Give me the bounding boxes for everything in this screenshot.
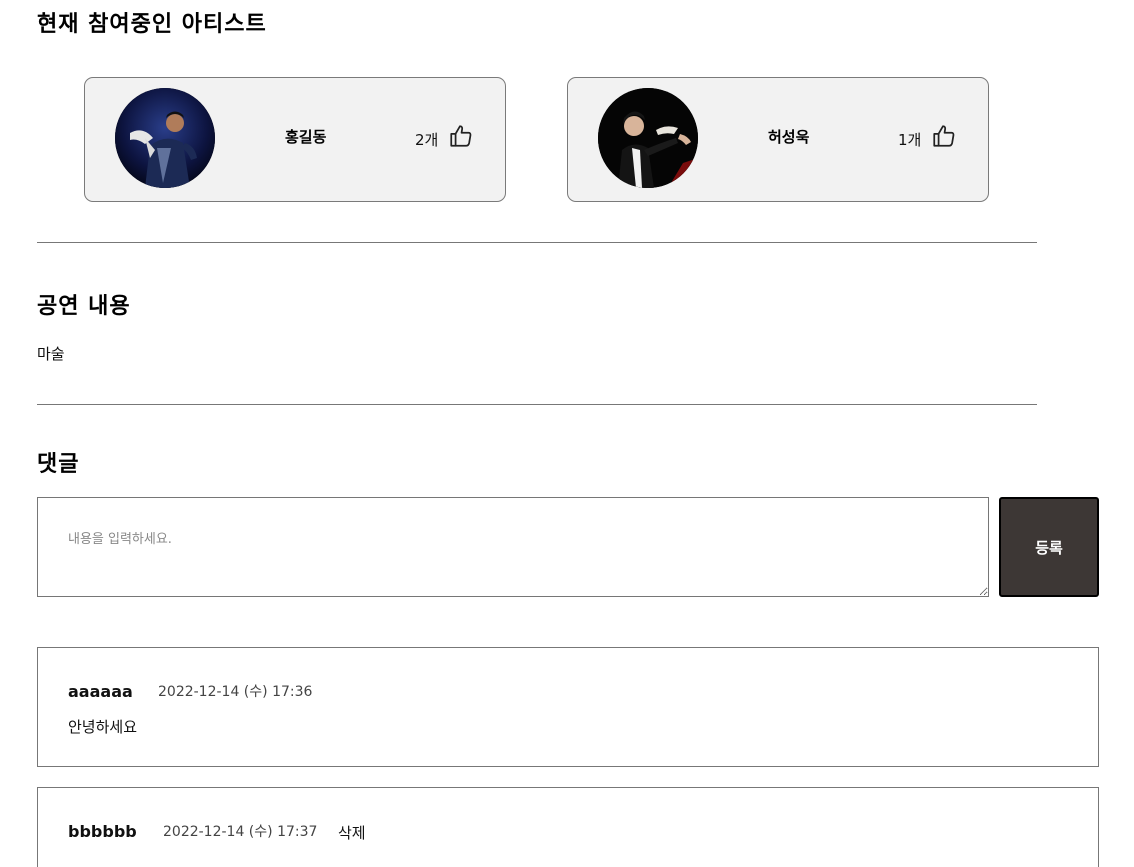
comment-input[interactable] bbox=[37, 497, 989, 597]
artist-photo-icon bbox=[115, 88, 215, 188]
artist-photo-icon bbox=[598, 88, 698, 188]
like-count: 1개 bbox=[898, 131, 922, 149]
content-section-title: 공연 내용 bbox=[37, 294, 131, 319]
artist-avatar bbox=[598, 88, 698, 188]
comment-item: aaaaaa 2022-12-14 (수) 17:36 안녕하세요 bbox=[37, 647, 1099, 767]
artist-card: 홍길동 2개 bbox=[84, 77, 506, 202]
thumbs-up-icon[interactable] bbox=[448, 123, 474, 149]
artist-avatar bbox=[115, 88, 215, 188]
performance-content: 마술 bbox=[37, 345, 65, 363]
comment-date: 2022-12-14 (수) 17:36 bbox=[158, 684, 313, 700]
comment-date: 2022-12-14 (수) 17:37 bbox=[163, 824, 318, 840]
delete-comment-button[interactable]: 삭제 bbox=[338, 822, 366, 843]
artist-card: 허성욱 1개 bbox=[567, 77, 989, 202]
section-divider bbox=[37, 242, 1037, 243]
like-count: 2개 bbox=[415, 131, 439, 149]
artist-name: 허성욱 bbox=[768, 128, 810, 146]
section-divider bbox=[37, 404, 1037, 405]
comment-body: .... bbox=[68, 856, 88, 867]
submit-comment-button[interactable]: 등록 bbox=[999, 497, 1099, 597]
thumbs-up-icon[interactable] bbox=[931, 123, 957, 149]
comment-item: bbbbbb 2022-12-14 (수) 17:37 삭제 .... bbox=[37, 787, 1099, 867]
artists-section-title: 현재 참여중인 아티스트 bbox=[37, 12, 267, 37]
comments-section-title: 댓글 bbox=[37, 452, 80, 477]
comment-body: 안녕하세요 bbox=[68, 718, 138, 736]
artist-name: 홍길동 bbox=[285, 128, 327, 146]
comment-author: bbbbbb bbox=[68, 822, 137, 841]
comment-author: aaaaaa bbox=[68, 682, 133, 701]
